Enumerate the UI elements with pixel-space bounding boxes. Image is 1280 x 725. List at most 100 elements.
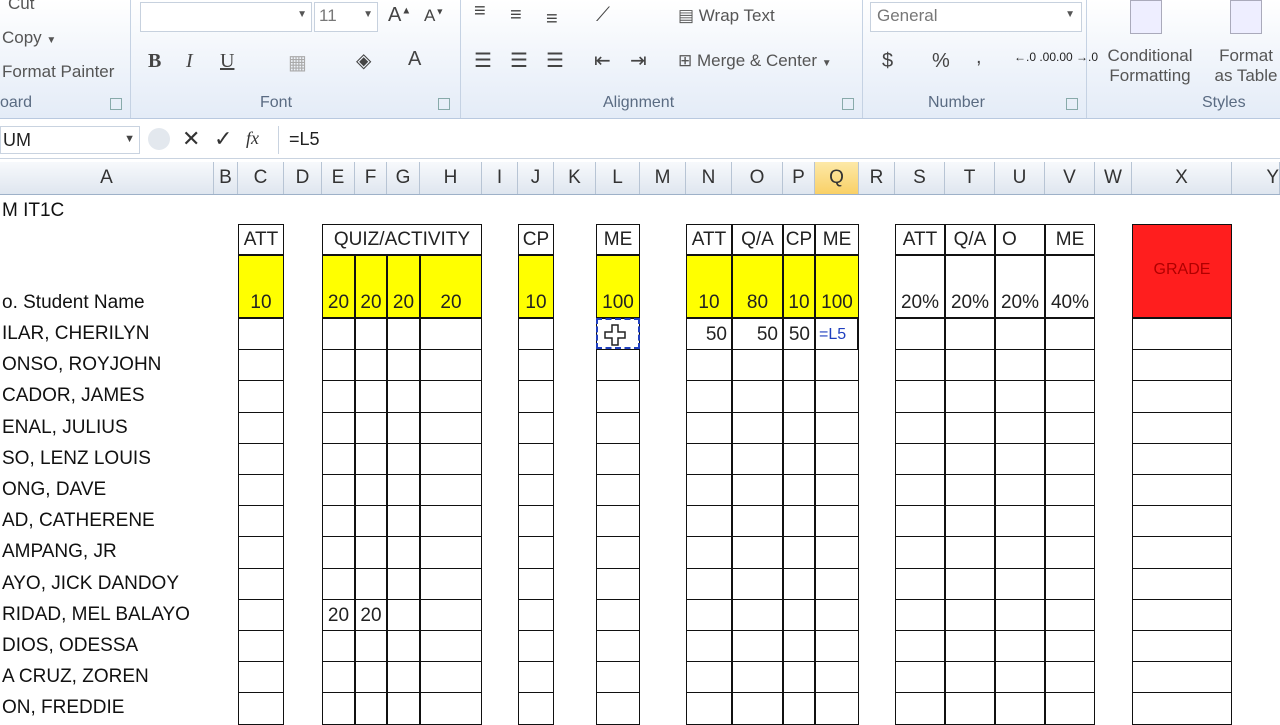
cell-q-row-10[interactable]	[815, 598, 859, 631]
cell-e-row-6[interactable]	[322, 474, 355, 507]
collapse-handle-icon[interactable]	[148, 128, 170, 150]
font-launcher-icon[interactable]	[438, 98, 450, 110]
cell-v-row-2[interactable]	[1045, 349, 1095, 382]
copy-button[interactable]: Copy ▼	[2, 28, 56, 48]
cell-h-row-5[interactable]	[420, 442, 482, 475]
cell-t-row-4[interactable]	[945, 411, 995, 444]
cell-u-row-10[interactable]	[995, 598, 1045, 631]
cell-u-row-2[interactable]	[995, 349, 1045, 382]
cell-c-row-1[interactable]	[238, 318, 284, 351]
cell-q-row-4[interactable]	[815, 411, 859, 444]
number-launcher-icon[interactable]	[1066, 98, 1078, 110]
cell-e-row-12[interactable]	[322, 661, 355, 694]
max-score-g[interactable]: 20	[387, 255, 420, 318]
insert-function-icon[interactable]: fx	[246, 128, 259, 149]
cell-v-row-4[interactable]	[1045, 411, 1095, 444]
cell-o-row-8[interactable]	[732, 536, 783, 569]
cell-f-row-4[interactable]	[355, 411, 387, 444]
cell-l-row-3[interactable]	[596, 380, 640, 413]
cell-q-row-7[interactable]	[815, 505, 859, 538]
cell-j-row-11[interactable]	[518, 630, 554, 663]
cell-u-row-11[interactable]	[995, 630, 1045, 663]
align-center-icon[interactable]: ☰	[510, 48, 528, 73]
cell-q-row-2[interactable]	[815, 349, 859, 382]
cell-g-row-12[interactable]	[387, 661, 420, 694]
column-header-p[interactable]: P	[783, 162, 815, 194]
header-me[interactable]: ME	[596, 224, 640, 255]
cell-x-row-12[interactable]	[1132, 661, 1232, 694]
student-name[interactable]: DIOS, ODESSA	[2, 635, 138, 657]
cell-q-row-12[interactable]	[815, 661, 859, 694]
cell-v-row-11[interactable]	[1045, 630, 1095, 663]
column-header-o[interactable]: O	[732, 162, 783, 194]
cell-t-row-3[interactable]	[945, 380, 995, 413]
cell-p-row-6[interactable]	[783, 474, 815, 507]
header-qa-2[interactable]: Q/A	[945, 224, 995, 255]
cell-n-row-11[interactable]	[686, 630, 732, 663]
cell-t-row-11[interactable]	[945, 630, 995, 663]
cell-o-row-1[interactable]: 50	[732, 318, 783, 351]
cell-o-row-5[interactable]	[732, 442, 783, 475]
cell-v-row-3[interactable]	[1045, 380, 1095, 413]
cell-h-row-6[interactable]	[420, 474, 482, 507]
number-format-combo[interactable]: General ▼	[870, 2, 1082, 32]
bold-button[interactable]: B	[148, 50, 161, 73]
increase-decimal-button[interactable]: ←.0 .00	[1014, 50, 1056, 64]
cell-f-row-1[interactable]	[355, 318, 387, 351]
cell-p-row-3[interactable]	[783, 380, 815, 413]
italic-button[interactable]: I	[186, 50, 193, 73]
align-top-icon[interactable]: ≡	[474, 0, 486, 23]
cell-u-row-5[interactable]	[995, 442, 1045, 475]
header-att-3[interactable]: ATT	[895, 224, 945, 255]
cell-j-row-3[interactable]	[518, 380, 554, 413]
header-qa[interactable]: Q/A	[732, 224, 783, 255]
cell-g-row-10[interactable]	[387, 598, 420, 631]
cell-q-row-1[interactable]: =L5	[815, 318, 859, 351]
cell-l-row-5[interactable]	[596, 442, 640, 475]
student-name[interactable]: A CRUZ, ZOREN	[2, 666, 149, 688]
cell-p-row-7[interactable]	[783, 505, 815, 538]
cell-l-row-11[interactable]	[596, 630, 640, 663]
cell-x-row-6[interactable]	[1132, 474, 1232, 507]
cell-s-row-12[interactable]	[895, 661, 945, 694]
cell-v-row-6[interactable]	[1045, 474, 1095, 507]
cell-j-row-6[interactable]	[518, 474, 554, 507]
cell-e-row-10[interactable]: 20	[322, 598, 355, 631]
cell-g-row-2[interactable]	[387, 349, 420, 382]
cell-q-row-6[interactable]	[815, 474, 859, 507]
cell-n-row-2[interactable]	[686, 349, 732, 382]
student-name[interactable]: RIDAD, MEL BALAYO	[2, 604, 190, 626]
column-header-n[interactable]: N	[686, 162, 732, 194]
cell-v-row-8[interactable]	[1045, 536, 1095, 569]
cell-g-row-4[interactable]	[387, 411, 420, 444]
cell-f-row-6[interactable]	[355, 474, 387, 507]
grade-header[interactable]: GRADE	[1132, 224, 1232, 318]
column-header-w[interactable]: W	[1095, 162, 1132, 194]
cell-v-row-12[interactable]	[1045, 661, 1095, 694]
align-middle-icon[interactable]: ≡	[510, 4, 522, 27]
cell-t-row-5[interactable]	[945, 442, 995, 475]
decrease-decimal-button[interactable]: .00 →.0	[1056, 50, 1098, 64]
cell-c-row-6[interactable]	[238, 474, 284, 507]
cell-x-row-4[interactable]	[1132, 411, 1232, 444]
cell-n-row-6[interactable]	[686, 474, 732, 507]
column-header-h[interactable]: H	[420, 162, 482, 194]
max-score-f[interactable]: 20	[355, 255, 387, 318]
cell-u-row-12[interactable]	[995, 661, 1045, 694]
alignment-launcher-icon[interactable]	[842, 98, 854, 110]
header-me-3[interactable]: ME	[1045, 224, 1095, 255]
header-att[interactable]: ATT	[238, 224, 284, 255]
max-score-c[interactable]: 10	[238, 255, 284, 318]
column-header-c[interactable]: C	[238, 162, 284, 194]
cell-f-row-9[interactable]	[355, 567, 387, 600]
cell-q-row-11[interactable]	[815, 630, 859, 663]
cell-c-row-4[interactable]	[238, 411, 284, 444]
cell-c-row-11[interactable]	[238, 630, 284, 663]
cell-h-row-10[interactable]	[420, 598, 482, 631]
cell-e-row-7[interactable]	[322, 505, 355, 538]
cell-x-row-1[interactable]	[1132, 318, 1232, 351]
column-header-e[interactable]: E	[322, 162, 355, 194]
header-me-2[interactable]: ME	[815, 224, 859, 255]
cell-h-row-11[interactable]	[420, 630, 482, 663]
cell-x-row-8[interactable]	[1132, 536, 1232, 569]
